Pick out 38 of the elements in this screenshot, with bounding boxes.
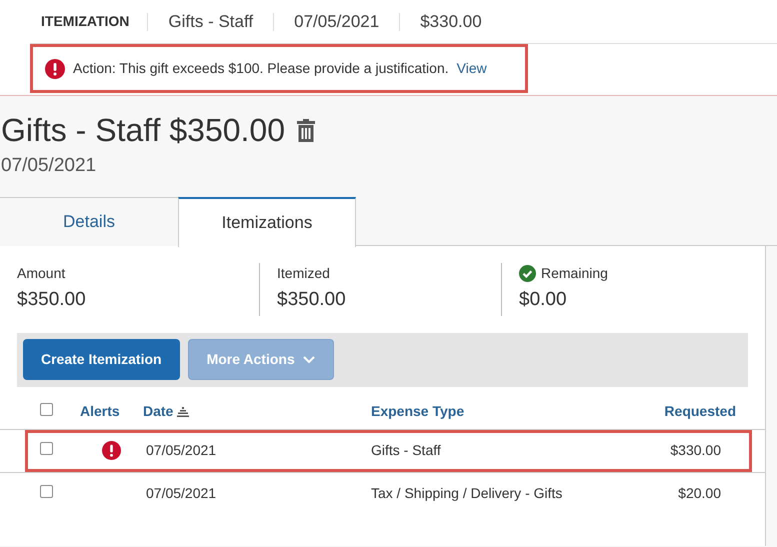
summary-value: $350.00 [17,288,87,312]
alert-icon [45,58,65,78]
checkbox[interactable] [40,485,53,498]
column-header[interactable]: Expense Type [371,401,651,422]
column-header[interactable]: Requested [651,401,736,422]
expense-title: Gifts - Staff $350.00 [1,114,286,146]
summary-label: Remaining [541,264,608,283]
table-cell-text: Gifts - Staff [371,441,442,460]
table-row[interactable]: 07/05/2021 Tax / Shipping / Delivery - Gifts $20.00 [25,472,752,514]
summary-label: Amount [17,264,66,282]
table-cell-text: $20.00 [677,484,721,503]
section-label: ITEMIZATION [41,12,130,31]
sort-icon[interactable] [177,406,190,416]
summary-label: Itemized [277,264,330,282]
header-value: Gifts - Staff [168,10,254,33]
chevron-down-icon [302,356,315,364]
table-cell-text: $330.00 [669,441,721,460]
column-header[interactable]: Alerts [80,401,143,422]
header-value: $330.00 [420,10,482,33]
alert-icon [102,441,121,460]
check-circle-icon [519,264,536,282]
create-button[interactable]: Create Itemization [23,339,180,380]
checkbox[interactable] [40,442,53,455]
trash-icon[interactable] [297,118,316,142]
column-header[interactable]: Date [143,401,174,422]
checkbox[interactable] [40,403,53,416]
table-row[interactable]: 07/05/2021 Gifts - Staff $330.00 [25,430,752,472]
summary-value: $0.00 [519,288,568,312]
view-link[interactable]: View [456,58,487,79]
table-cell-text: Tax / Shipping / Delivery - Gifts [371,484,564,503]
header-value: 07/05/2021 [294,10,380,33]
tab[interactable]: Details [0,196,178,246]
alert-message: Action: This gift exceeds $100. Please provide a justification. [73,59,449,78]
summary-value: $350.00 [277,288,347,312]
table-cell-text: 07/05/2021 [145,441,218,460]
expense-date: 07/05/2021 [1,154,98,178]
tab[interactable]: Itemizations [178,196,356,246]
table-cell-text: 07/05/2021 [145,484,218,503]
